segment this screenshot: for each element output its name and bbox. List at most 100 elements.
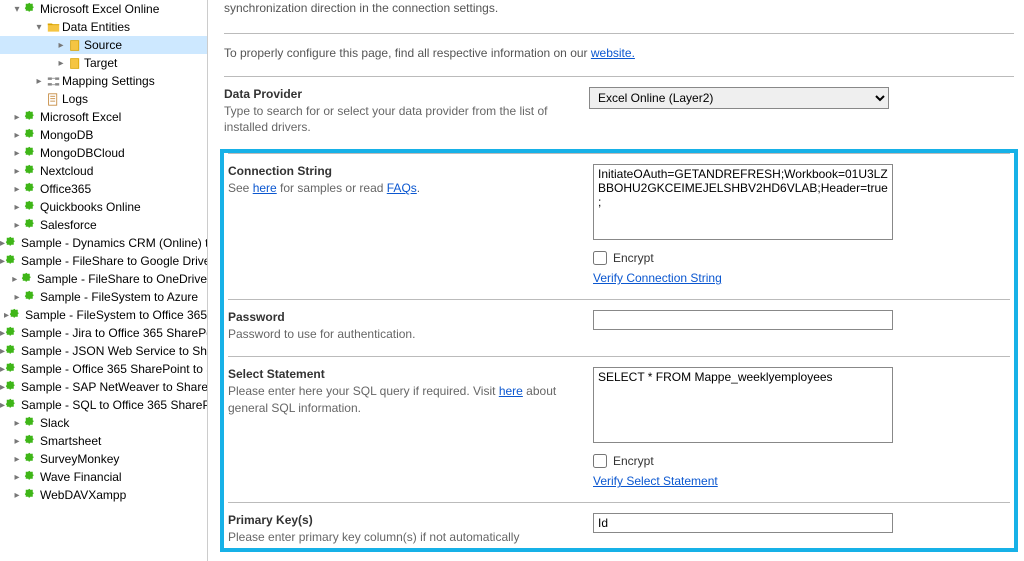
sync-note: synchronization direction in the connect… [224, 0, 1014, 27]
tree-item-target[interactable]: ▸ Target [0, 54, 207, 72]
select-encrypt-checkbox[interactable] [593, 454, 607, 468]
connection-string-input[interactable] [593, 164, 893, 240]
section-primary-key: Primary Key(s) Please enter primary key … [228, 502, 1010, 547]
chevron-right-icon[interactable]: ▸ [32, 76, 46, 87]
logs-icon [46, 92, 60, 106]
tree-item-source[interactable]: ▸ Source [0, 36, 207, 54]
primary-key-input[interactable] [593, 513, 893, 533]
tree-label: WebDAVXampp [38, 488, 126, 502]
tree-item-connector[interactable]: ▸ Microsoft Excel [0, 108, 207, 126]
tree-label: Sample - SQL to Office 365 SharePoint [19, 398, 208, 412]
puzzle-icon [24, 200, 38, 214]
tree-item-connector[interactable]: ▸Sample - FileSystem to Azure [0, 288, 207, 306]
chevron-right-icon[interactable]: ▸ [10, 472, 24, 483]
puzzle-icon [5, 362, 19, 376]
tree-label: Sample - FileSystem to Office 365 [23, 308, 207, 322]
tree-label: SurveyMonkey [38, 452, 119, 466]
tree-item-mapping-settings[interactable]: ▸ Mapping Settings [0, 72, 207, 90]
puzzle-icon [24, 110, 38, 124]
tree-label: Microsoft Excel Online [38, 2, 159, 16]
tree-label: Wave Financial [38, 470, 122, 484]
section-data-provider: Data Provider Type to search for or sele… [224, 76, 1014, 149]
tree-item-connector[interactable]: ▸Sample - FileSystem to Office 365 [0, 306, 207, 324]
chevron-down-icon[interactable]: ▾ [10, 4, 24, 15]
tree-item-excel-online[interactable]: ▾ Microsoft Excel Online [0, 0, 207, 18]
puzzle-icon [5, 254, 19, 268]
chevron-right-icon[interactable]: ▸ [10, 166, 24, 177]
website-info: To properly configure this page, find al… [224, 33, 1014, 76]
chevron-right-icon[interactable]: ▸ [10, 436, 24, 447]
conn-encrypt-checkbox[interactable] [593, 251, 607, 265]
tree-item-connector[interactable]: ▸Smartsheet [0, 432, 207, 450]
tree-label: Logs [60, 92, 88, 106]
chevron-right-icon[interactable]: ▸ [54, 40, 68, 51]
tree-label: Sample - SAP NetWeaver to SharePoint [19, 380, 208, 394]
connection-string-title: Connection String [228, 164, 573, 178]
chevron-right-icon[interactable]: ▸ [10, 112, 24, 123]
chevron-right-icon[interactable]: ▸ [9, 274, 21, 285]
tree-item-connector[interactable]: ▸Sample - JSON Web Service to SharePoint [0, 342, 207, 360]
section-password: Password Password to use for authenticat… [228, 299, 1010, 356]
chevron-right-icon[interactable]: ▸ [10, 184, 24, 195]
password-input[interactable] [593, 310, 893, 330]
chevron-right-icon[interactable]: ▸ [10, 202, 24, 213]
tree-label: Data Entities [60, 20, 130, 34]
data-provider-select[interactable]: Excel Online (Layer2) [589, 87, 889, 109]
conn-here-link[interactable]: here [253, 181, 277, 195]
tree-item-connector[interactable]: ▸Sample - Office 365 SharePoint to SQL [0, 360, 207, 378]
verify-select-link[interactable]: Verify Select Statement [593, 474, 718, 488]
puzzle-icon [5, 344, 19, 358]
tree-label: Sample - Dynamics CRM (Online) to ShareP… [19, 236, 208, 250]
tree-item-connector[interactable]: ▸Salesforce [0, 216, 207, 234]
tree-item-connector[interactable]: ▸Nextcloud [0, 162, 207, 180]
puzzle-icon [24, 146, 38, 160]
tree-item-connector[interactable]: ▸Sample - SQL to Office 365 SharePoint [0, 396, 207, 414]
chevron-right-icon[interactable]: ▸ [10, 130, 24, 141]
tree-item-data-entities[interactable]: ▾ Data Entities [0, 18, 207, 36]
tree-label: Office365 [38, 182, 91, 196]
tree-label: Slack [38, 416, 69, 430]
puzzle-icon [24, 452, 38, 466]
puzzle-icon [24, 182, 38, 196]
select-here-link[interactable]: here [499, 384, 523, 398]
tree-item-connector[interactable]: ▸MongoDBCloud [0, 144, 207, 162]
folder-icon [46, 20, 60, 34]
tree-label: Sample - JSON Web Service to SharePoint [19, 344, 208, 358]
tree-item-connector[interactable]: ▸Sample - Jira to Office 365 SharePoint [0, 324, 207, 342]
chevron-right-icon[interactable]: ▸ [10, 292, 24, 303]
puzzle-icon [24, 290, 38, 304]
tree-item-connector[interactable]: ▸Sample - SAP NetWeaver to SharePoint [0, 378, 207, 396]
tree-item-connector[interactable]: ▸ Wave Financial [0, 468, 207, 486]
chevron-right-icon[interactable]: ▸ [10, 220, 24, 231]
tree-label: Microsoft Excel [38, 110, 121, 124]
tree-item-connector[interactable]: ▸ SurveyMonkey [0, 450, 207, 468]
tree-label: Quickbooks Online [38, 200, 141, 214]
select-statement-input[interactable] [593, 367, 893, 443]
puzzle-icon [9, 308, 23, 322]
chevron-right-icon[interactable]: ▸ [54, 58, 68, 69]
tree-item-connector[interactable]: ▸Sample - FileShare to OneDrive [0, 270, 207, 288]
section-connection-string: Connection String See here for samples o… [228, 153, 1010, 299]
chevron-right-icon[interactable]: ▸ [10, 418, 24, 429]
tree-item-connector[interactable]: ▸Sample - Dynamics CRM (Online) to Share… [0, 234, 207, 252]
chevron-right-icon[interactable]: ▸ [10, 454, 24, 465]
tree-item-connector[interactable]: ▸ WebDAVXampp [0, 486, 207, 504]
puzzle-icon [21, 272, 35, 286]
conn-faqs-link[interactable]: FAQs [387, 181, 417, 195]
tree-label: Sample - Office 365 SharePoint to SQL [19, 362, 208, 376]
chevron-right-icon[interactable]: ▸ [10, 148, 24, 159]
tree-item-connector[interactable]: ▸Sample - FileShare to Google Drive [0, 252, 207, 270]
tree-item-connector[interactable]: ▸ Quickbooks Online [0, 198, 207, 216]
website-link[interactable]: website. [591, 46, 635, 60]
tree-item-connector[interactable]: ▸ Slack [0, 414, 207, 432]
tree-item-connector[interactable]: ▸MongoDB [0, 126, 207, 144]
datasource-icon [68, 56, 82, 70]
data-provider-title: Data Provider [224, 87, 569, 101]
mapping-icon [46, 74, 60, 88]
chevron-right-icon[interactable]: ▸ [10, 490, 24, 501]
tree-item-connector[interactable]: ▸ Office365 [0, 180, 207, 198]
chevron-down-icon[interactable]: ▾ [32, 22, 46, 33]
tree-label: Mapping Settings [60, 74, 155, 88]
tree-item-logs[interactable]: Logs [0, 90, 207, 108]
verify-connection-link[interactable]: Verify Connection String [593, 271, 722, 285]
